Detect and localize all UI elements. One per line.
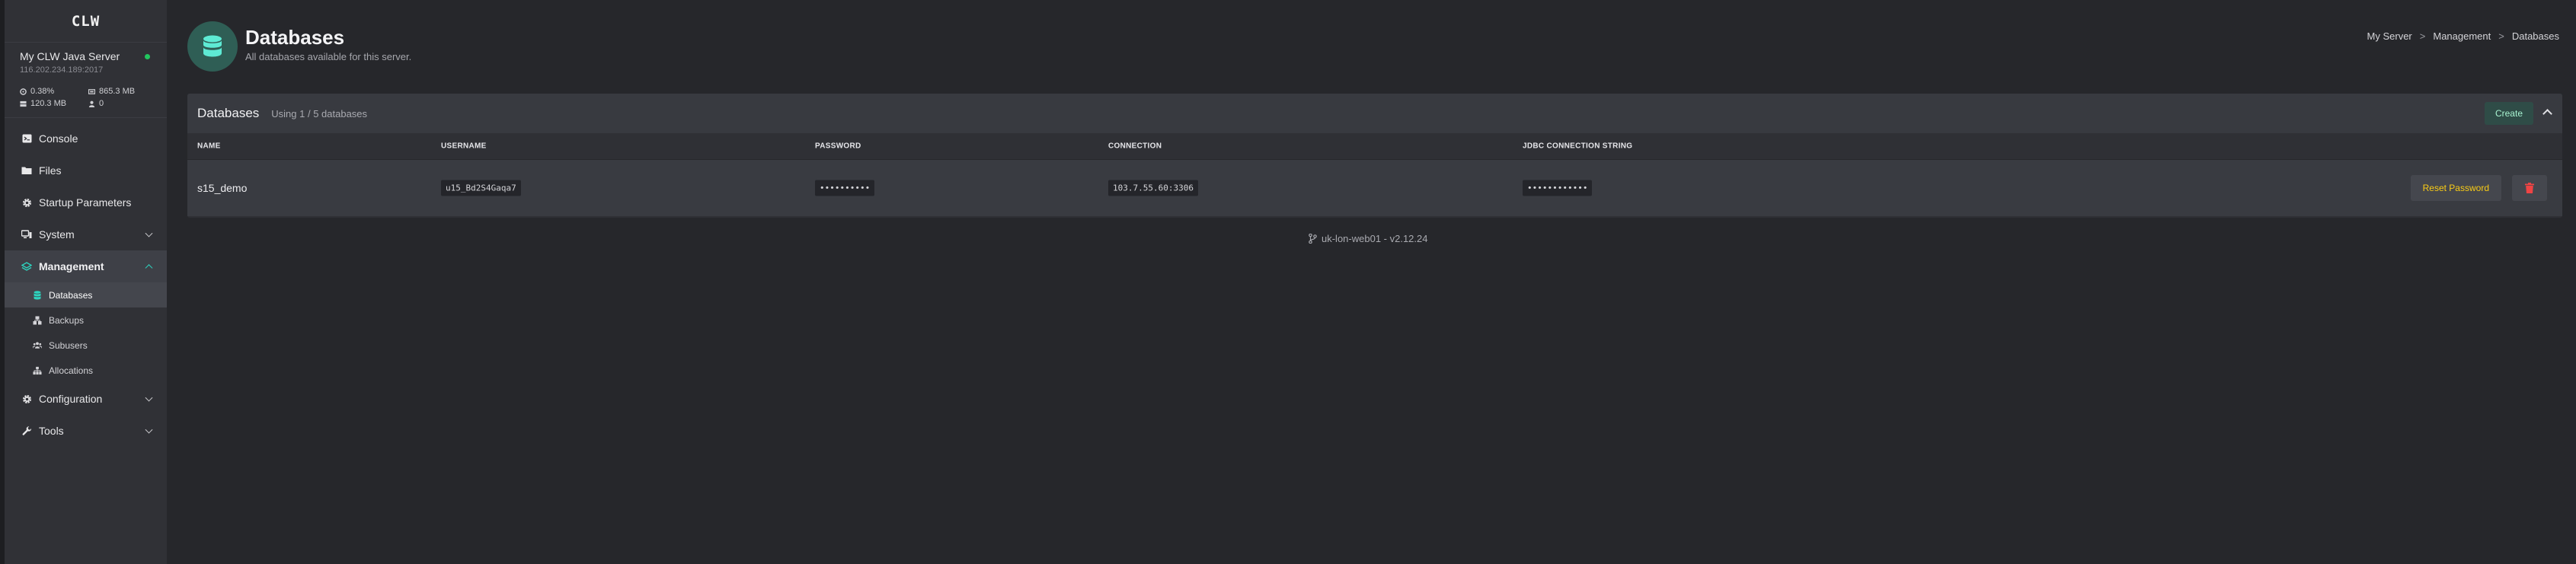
database-jdbc-string[interactable]: ••••••••••••: [1523, 180, 1593, 196]
delete-button[interactable]: [2512, 175, 2547, 201]
chevron-down-icon: [145, 425, 153, 434]
database-usage: Using 1 / 5 databases: [271, 107, 368, 119]
sidebar-item-files[interactable]: Files: [5, 155, 167, 186]
table-header: NAME USERNAME PASSWORD CONNECTION JDBC C…: [187, 133, 2562, 160]
database-icon: [33, 290, 42, 300]
breadcrumb-separator: >: [2498, 30, 2504, 42]
gear-icon: [21, 197, 32, 208]
user-icon: [88, 100, 95, 107]
gear-icon: [21, 394, 32, 404]
version-text: uk-lon-web01 - v2.12.24: [1322, 233, 1428, 244]
backup-icon: [33, 316, 42, 325]
databases-panel: Databases Using 1 / 5 databases Create N…: [187, 94, 2562, 218]
sidebar-subitem-databases[interactable]: Databases: [5, 282, 167, 307]
status-indicator: [145, 53, 150, 59]
terminal-icon: [21, 133, 32, 144]
column-header-jdbc: JDBC CONNECTION STRING: [1523, 142, 1633, 151]
breadcrumb-item-server[interactable]: My Server: [2367, 30, 2412, 42]
page-icon: [187, 21, 238, 72]
breadcrumb-item-databases: Databases: [2511, 30, 2559, 42]
panel-title: Databases: [197, 106, 260, 120]
chevron-down-icon: [145, 394, 153, 402]
page-subtitle: All databases available for this server.: [245, 51, 412, 62]
create-button[interactable]: Create: [2484, 102, 2533, 125]
sidebar-subitem-subusers[interactable]: Subusers: [5, 333, 167, 358]
chevron-up-icon: [145, 264, 153, 272]
breadcrumb-separator: >: [2419, 30, 2426, 42]
system-icon: [21, 229, 32, 240]
database-icon: [203, 35, 222, 57]
chevron-down-icon: [145, 229, 153, 237]
panel-header: Databases Using 1 / 5 databases Create: [187, 94, 2562, 133]
database-connection[interactable]: 103.7.55.60:3306: [1108, 180, 1198, 196]
reset-password-button[interactable]: Reset Password: [2410, 175, 2501, 201]
memory-icon: [88, 88, 95, 94]
git-branch-icon: [1309, 234, 1317, 244]
sidebar-item-startup-parameters[interactable]: Startup Parameters: [5, 186, 167, 218]
sidebar-item-configuration[interactable]: Configuration: [5, 383, 167, 415]
sidebar: CLW My CLW Java Server 116.202.234.189:2…: [0, 0, 167, 564]
footer: uk-lon-web01 - v2.12.24: [1309, 233, 1427, 244]
sidebar-subitem-backups[interactable]: Backups: [5, 307, 167, 333]
sidebar-item-console[interactable]: Console: [5, 123, 167, 155]
server-ip: 116.202.234.189:2017: [20, 65, 104, 75]
sidebar-item-tools[interactable]: Tools: [5, 415, 167, 447]
database-username[interactable]: u15_Bd2S4Gaqa7: [441, 180, 521, 196]
column-header-username: USERNAME: [441, 142, 487, 151]
server-stats: 0.38% 865.3 MB 120.3 MB 0: [20, 87, 153, 108]
chevron-up-icon[interactable]: [2542, 109, 2552, 119]
server-name: My CLW Java Server: [20, 50, 120, 62]
sidebar-item-system[interactable]: System: [5, 218, 167, 250]
network-icon: [33, 366, 42, 375]
trash-icon: [2525, 183, 2534, 193]
server-info: My CLW Java Server 116.202.234.189:2017 …: [5, 43, 167, 118]
sidebar-subitem-allocations[interactable]: Allocations: [5, 358, 167, 383]
sidebar-item-management[interactable]: Management: [5, 250, 167, 282]
cpu-icon: [20, 88, 27, 95]
folder-icon: [21, 165, 32, 176]
breadcrumb-item-management[interactable]: Management: [2433, 30, 2491, 42]
layers-icon: [21, 261, 32, 272]
disk-usage: 120.3 MB: [30, 99, 67, 108]
memory-usage: 865.3 MB: [99, 87, 136, 96]
page-title: Databases: [245, 26, 345, 49]
cpu-usage: 0.38%: [30, 87, 55, 96]
wrench-icon: [21, 425, 32, 436]
database-name: s15_demo: [197, 182, 248, 194]
player-count: 0: [99, 99, 104, 108]
column-header-password: PASSWORD: [815, 142, 861, 151]
column-header-connection: CONNECTION: [1108, 142, 1162, 151]
sidebar-nav: Console Files Startup Parameters System …: [5, 118, 167, 447]
column-header-name: NAME: [197, 142, 221, 151]
users-icon: [33, 341, 42, 350]
breadcrumb: My Server > Management > Databases: [2367, 30, 2559, 42]
table-row: s15_demo u15_Bd2S4Gaqa7 •••••••••• 103.7…: [187, 160, 2562, 216]
disk-icon: [20, 100, 27, 107]
database-password[interactable]: ••••••••••: [815, 180, 875, 196]
logo[interactable]: CLW: [5, 0, 167, 43]
